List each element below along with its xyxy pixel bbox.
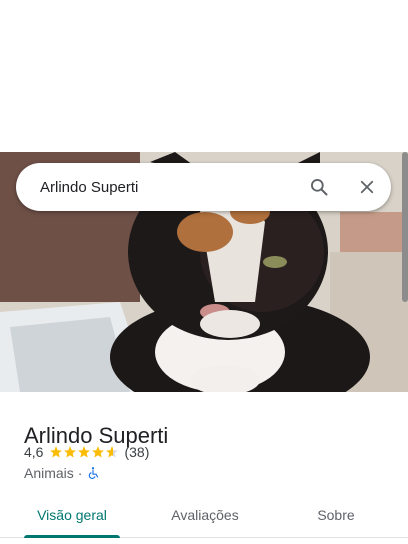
wheelchair-accessible-icon xyxy=(89,467,99,479)
separator: · xyxy=(77,465,83,481)
tab-overview[interactable]: Visão geral xyxy=(24,492,120,538)
reviews-count-link[interactable]: (38) xyxy=(124,444,149,460)
search-bar[interactable]: Arlindo Superti xyxy=(16,163,391,211)
rating-stars xyxy=(49,445,119,459)
star-icon xyxy=(92,446,105,458)
place-tabs: Visão geral Avaliações Sobre xyxy=(0,492,408,538)
star-icon xyxy=(64,446,77,458)
clear-search-button[interactable] xyxy=(343,163,391,211)
search-input[interactable]: Arlindo Superti xyxy=(16,179,295,196)
scrollbar[interactable] xyxy=(402,152,408,302)
place-category[interactable]: Animais xyxy=(24,465,74,481)
half-star-icon xyxy=(106,446,119,458)
tab-about[interactable]: Sobre xyxy=(300,492,372,537)
search-button[interactable] xyxy=(295,163,343,211)
star-icon xyxy=(50,446,63,458)
search-icon xyxy=(311,179,328,196)
rating-row: 4,6 (38) xyxy=(24,444,149,460)
rating-value: 4,6 xyxy=(24,444,44,460)
category-row: Animais · xyxy=(24,465,100,481)
star-icon xyxy=(78,446,91,458)
tab-reviews[interactable]: Avaliações xyxy=(160,492,250,537)
close-icon xyxy=(360,180,374,194)
